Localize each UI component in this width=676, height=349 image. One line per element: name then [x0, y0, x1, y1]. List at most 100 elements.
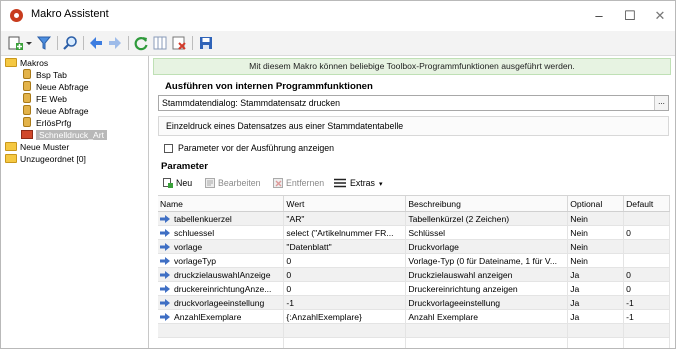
table-cell-default[interactable]: 0	[623, 281, 670, 296]
funnel-icon[interactable]	[36, 35, 52, 51]
column-header-wert[interactable]: Wert	[283, 196, 407, 212]
save-icon[interactable]	[198, 35, 214, 51]
refresh-icon[interactable]	[133, 35, 149, 51]
tree-item[interactable]: FE Web	[21, 93, 67, 105]
row-arrow-icon	[160, 228, 170, 237]
new-button[interactable]: Neu	[163, 176, 192, 190]
edit-button[interactable]: Bearbeiten	[205, 176, 261, 190]
table-cell-wert[interactable]: "AR"	[283, 211, 407, 226]
cell-text: "Datenblatt"	[286, 241, 332, 252]
table-cell-beschreibung[interactable]: Tabellenkürzel (2 Zeichen)	[405, 211, 569, 226]
maximize-button[interactable]: ☐	[615, 5, 645, 27]
table-cell-default[interactable]: 0	[623, 267, 670, 282]
minimize-button[interactable]: –	[584, 5, 614, 27]
column-header-name[interactable]: Name	[158, 196, 285, 212]
table-cell-wert[interactable]: 0	[283, 281, 407, 296]
new-button-label: Neu	[176, 178, 193, 188]
table-cell-default[interactable]	[623, 253, 670, 268]
table-cell-wert[interactable]: -1	[283, 295, 407, 310]
browse-button[interactable]: ...	[654, 96, 668, 110]
table-cell-name[interactable]: AnzahlExemplare	[158, 309, 285, 324]
table-cell-optional[interactable]: Ja	[567, 309, 625, 324]
table-cell-optional[interactable]: Nein	[567, 239, 625, 254]
table-cell-default[interactable]: 0	[623, 225, 670, 240]
table-cell-optional[interactable]: Nein	[567, 211, 625, 226]
table-cell-beschreibung[interactable]: Druckvorlage	[405, 239, 569, 254]
empty-cell	[405, 323, 569, 338]
table-row[interactable]: AnzahlExemplare {:AnzahlExemplare} Anzahl …	[158, 309, 670, 324]
table-cell-optional[interactable]: Nein	[567, 253, 625, 268]
table-cell-wert[interactable]: "Datenblatt"	[283, 239, 407, 254]
table-row[interactable]: vorlageTyp 0 Vorlage-Typ (0 für Dateiname,…	[158, 253, 670, 268]
table-cell-wert[interactable]: 0	[283, 253, 407, 268]
function-select[interactable]: Stammdatendialog: Stammdatensatz drucken…	[158, 95, 669, 111]
macro-selected-icon	[21, 130, 33, 139]
cell-text: Nein	[570, 255, 588, 266]
table-row[interactable]: druckvorlageeinstellung -1 Druckvorlageein…	[158, 295, 670, 310]
macro-tree: Makros Bsp Tab Neue Abfrage FE Web Neue …	[1, 56, 149, 348]
table-row[interactable]: druckzielauswahlAnzeige 0 Druckzielauswahl…	[158, 267, 670, 282]
tree-folder-neue-muster[interactable]: Neue Muster	[5, 141, 69, 153]
empty-cell	[158, 337, 285, 348]
column-header-optional[interactable]: Optional	[567, 196, 625, 212]
table-cell-wert[interactable]: 0	[283, 267, 407, 282]
table-cell-default[interactable]: -1	[623, 295, 670, 310]
show-params-checkbox[interactable]	[164, 144, 173, 153]
table-cell-optional[interactable]: Ja	[567, 281, 625, 296]
add-icon[interactable]	[8, 35, 24, 51]
tree-item[interactable]: Neue Abfrage	[21, 81, 89, 93]
table-cell-wert[interactable]: {:AnzahlExemplare}	[283, 309, 407, 324]
row-arrow-icon	[160, 214, 170, 223]
remove-icon	[273, 178, 283, 188]
table-cell-default[interactable]	[623, 239, 670, 254]
table-cell-name[interactable]: schluessel	[158, 225, 285, 240]
section-title-params: Parameter	[161, 161, 208, 172]
chevron-down-icon[interactable]	[25, 35, 33, 51]
tree-folder-unzugeordnet[interactable]: Unzugeordnet [0]	[5, 153, 86, 165]
forward-icon[interactable]	[107, 35, 123, 51]
cell-text: Ja	[570, 311, 580, 322]
cell-text: "AR"	[286, 213, 305, 224]
column-header-default[interactable]: Default	[623, 196, 670, 212]
table-cell-default[interactable]	[623, 211, 670, 226]
extras-menu-button[interactable]: Extras ▾	[334, 176, 382, 190]
close-button[interactable]: ✕	[645, 5, 675, 27]
table-row[interactable]: schluessel select ("Artikelnummer FR... Sc…	[158, 225, 670, 240]
new-row-icon	[163, 178, 173, 188]
table-cell-wert[interactable]: select ("Artikelnummer FR...	[283, 225, 407, 240]
tree-folder-makros[interactable]: Makros	[5, 57, 48, 69]
table-cell-name[interactable]: vorlageTyp	[158, 253, 285, 268]
tree-item[interactable]: Neue Abfrage	[21, 105, 89, 117]
table-cell-name[interactable]: vorlage	[158, 239, 285, 254]
columns-icon[interactable]	[152, 35, 168, 51]
row-arrow-icon	[160, 284, 170, 293]
empty-cell	[158, 323, 285, 338]
tree-item[interactable]: ErlösPrfg	[21, 117, 71, 129]
toolbar-separator	[57, 36, 58, 50]
table-cell-beschreibung[interactable]: Druckereinrichtung anzeigen	[405, 281, 569, 296]
cell-text: Schlüssel	[408, 227, 446, 238]
table-cell-optional[interactable]: Ja	[567, 267, 625, 282]
search-icon[interactable]	[62, 35, 78, 51]
table-cell-optional[interactable]: Nein	[567, 225, 625, 240]
table-cell-optional[interactable]: Ja	[567, 295, 625, 310]
table-row[interactable]: vorlage "Datenblatt" Druckvorlage Nein	[158, 239, 670, 254]
table-cell-default[interactable]: -1	[623, 309, 670, 324]
tree-item[interactable]: Bsp Tab	[21, 69, 67, 81]
table-row[interactable]: tabellenkuerzel "AR" Tabellenkürzel (2 Zei…	[158, 211, 670, 226]
table-cell-beschreibung[interactable]: Druckzielauswahl anzeigen	[405, 267, 569, 282]
table-cell-name[interactable]: druckzielauswahlAnzeige	[158, 267, 285, 282]
column-header-beschreibung[interactable]: Beschreibung	[405, 196, 569, 212]
table-cell-beschreibung[interactable]: Anzahl Exemplare	[405, 309, 569, 324]
table-cell-name[interactable]: druckvorlageeinstellung	[158, 295, 285, 310]
table-cell-name[interactable]: tabellenkuerzel	[158, 211, 285, 226]
table-cell-beschreibung[interactable]: Vorlage-Typ (0 für Dateiname, 1 für V...	[405, 253, 569, 268]
back-icon[interactable]	[88, 35, 104, 51]
table-cell-beschreibung[interactable]: Schlüssel	[405, 225, 569, 240]
table-cell-name[interactable]: druckereinrichtungAnze...	[158, 281, 285, 296]
remove-button[interactable]: Entfernen	[273, 176, 324, 190]
tree-item-selected[interactable]: Schnelldruck_Art	[21, 129, 107, 141]
table-cell-beschreibung[interactable]: Druckvorlageeinstellung	[405, 295, 569, 310]
delete-icon[interactable]	[171, 35, 187, 51]
table-row[interactable]: druckereinrichtungAnze... 0 Druckereinrich…	[158, 281, 670, 296]
